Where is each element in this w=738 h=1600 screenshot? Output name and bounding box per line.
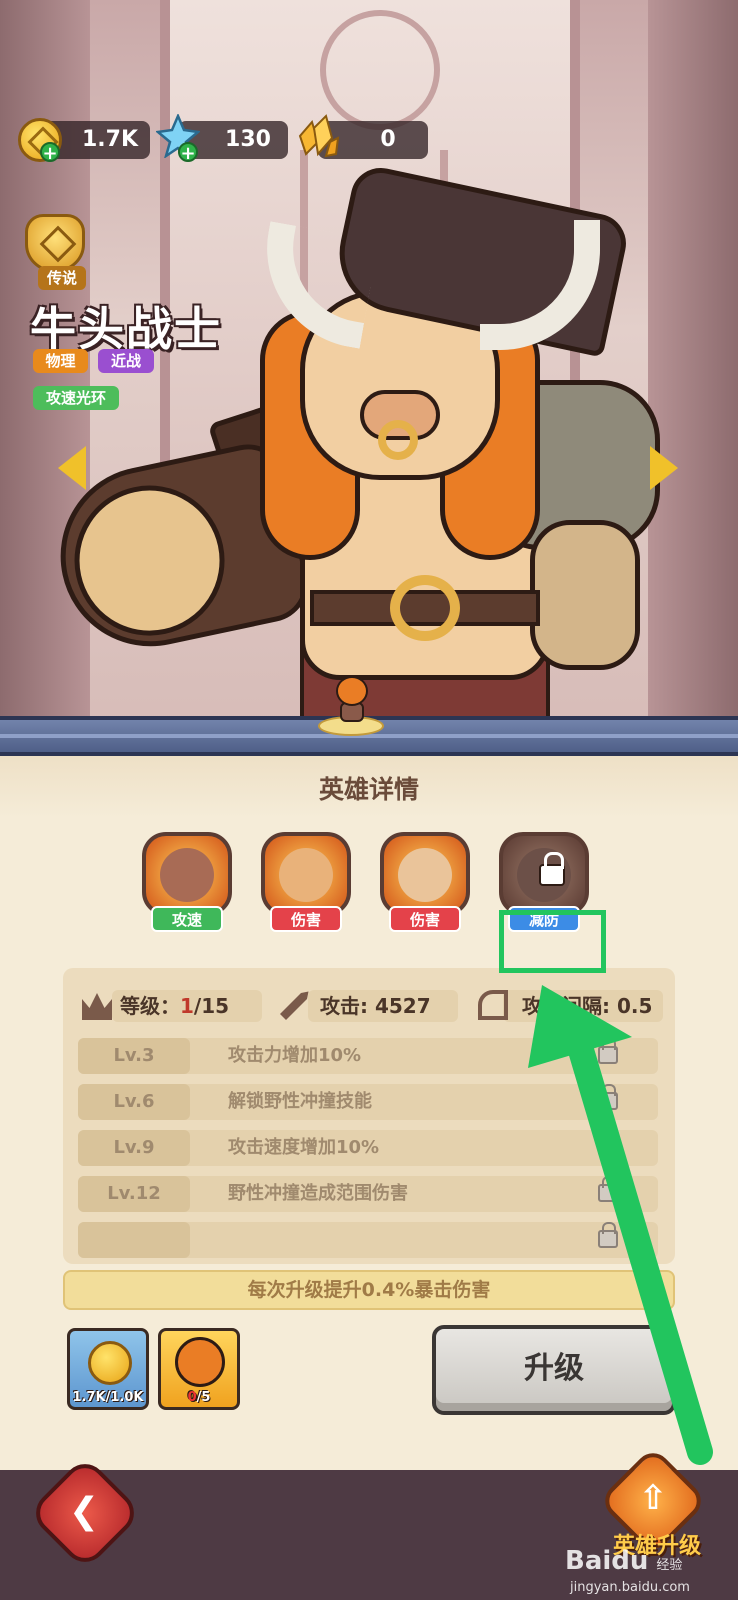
skill-damage-1[interactable]: 伤害 [256, 828, 356, 932]
skill-label: 伤害 [270, 906, 342, 932]
skill-label: 攻速 [151, 906, 223, 932]
tag-melee: 近战 [98, 349, 154, 373]
hoof-fire-icon [160, 848, 214, 902]
up-arrow-icon: ⇧ [638, 1478, 668, 1518]
lock-icon [598, 1084, 618, 1110]
lock-icon [539, 852, 565, 886]
hero-card-cost-text: 0/5 [187, 1390, 211, 1405]
skill-label: 伤害 [389, 906, 461, 932]
list-item: Lv.12 野性冲撞造成范围伤害 [78, 1176, 658, 1212]
level-stat: 等级：1/15 [120, 994, 230, 1018]
fist-icon [279, 848, 333, 902]
add-gold-icon[interactable]: + [40, 142, 60, 163]
mini-hero-sprite [330, 676, 374, 724]
tag-physical: 物理 [33, 349, 88, 373]
list-item: Lv.3 攻击力增加10% [78, 1038, 658, 1074]
list-item [78, 1222, 658, 1258]
next-hero-arrow-icon[interactable] [650, 446, 678, 490]
gold-cost-text: 1.7K/1.0K [72, 1390, 144, 1405]
prev-hero-arrow-icon[interactable] [58, 446, 86, 490]
watermark: Baidu 经验 [565, 1546, 683, 1576]
highlight-box [499, 910, 606, 973]
skill-attack-speed[interactable]: 攻速 [137, 828, 237, 932]
gold-shard-icon [298, 114, 340, 158]
level-reward-list[interactable]: Lv.3 攻击力增加10% Lv.6 解锁野性冲撞技能 Lv.9 攻击速度增加1… [70, 1030, 670, 1258]
skill-damage-2[interactable]: 伤害 [375, 828, 475, 932]
panel-title: 英雄详情 [318, 775, 419, 804]
minotaur-face-icon [398, 848, 452, 902]
gold-coin-icon [88, 1341, 132, 1385]
tag-attack-speed-aura: 攻速光环 [33, 386, 119, 410]
gold-cost-slot: 1.7K/1.0K [67, 1328, 149, 1410]
attack-interval-stat: 攻击间隔: 0.5 [522, 994, 653, 1018]
crystal-value: 130 [225, 127, 271, 152]
legendary-rank-icon [25, 214, 85, 272]
lock-icon [598, 1038, 618, 1064]
list-item: Lv.6 解锁野性冲撞技能 [78, 1084, 658, 1120]
lock-icon [598, 1130, 618, 1156]
upgrade-bonus-bar: 每次升级提升0.4%暴击伤害 [63, 1270, 675, 1310]
rank-label: 传说 [38, 266, 86, 290]
back-arrow-icon: ❮ [68, 1491, 100, 1532]
lock-icon [598, 1222, 618, 1248]
minotaur-face-icon [175, 1337, 225, 1387]
upgrade-button[interactable]: 升级 [432, 1325, 676, 1415]
shard-value: 0 [380, 127, 396, 152]
gold-value: 1.7K [81, 127, 139, 152]
hero-illustration [43, 162, 680, 720]
list-item: Lv.9 攻击速度增加10% [78, 1130, 658, 1166]
add-crystal-icon[interactable]: + [178, 142, 198, 163]
bow-icon [478, 990, 508, 1020]
watermark-url: jingyan.baidu.com [570, 1580, 690, 1595]
lock-icon [598, 1176, 618, 1202]
hero-card-cost-slot: 0/5 [158, 1328, 240, 1410]
attack-stat: 攻击: 4527 [320, 994, 431, 1018]
